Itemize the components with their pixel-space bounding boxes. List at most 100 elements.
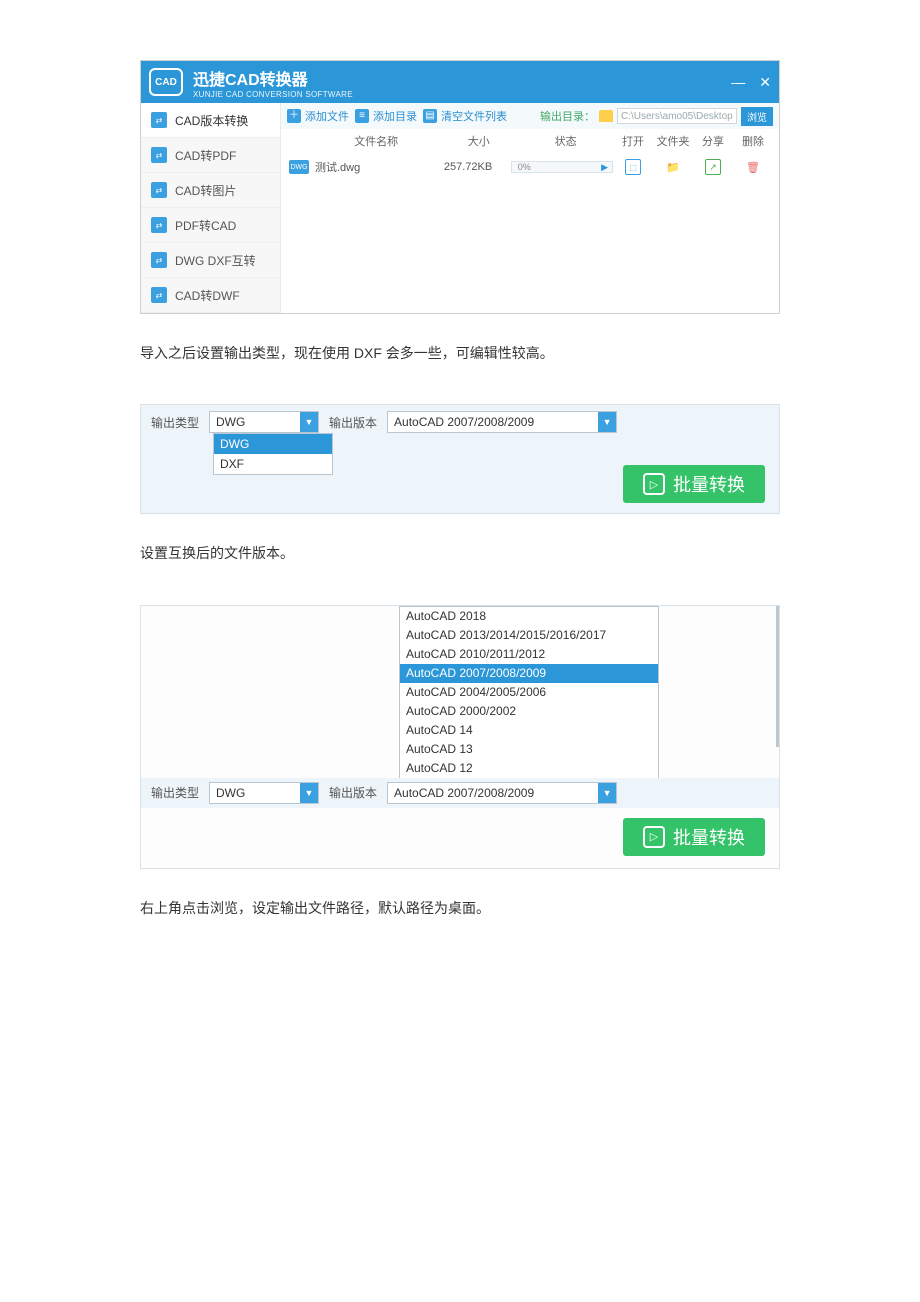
output-dir-input[interactable] [617, 108, 737, 124]
dropdown-option[interactable]: AutoCAD 2004/2005/2006 [400, 683, 658, 702]
file-name: 测试.dwg [315, 159, 360, 175]
add-file-button[interactable]: ＋ 添加文件 [287, 108, 349, 124]
col-size: 大小 [439, 133, 518, 149]
sidebar-item-pdf-cad[interactable]: ⇄ PDF转CAD [141, 208, 280, 243]
dropdown-option[interactable]: DXF [214, 454, 332, 474]
sidebar: ⇄ CAD版本转换 ⇄ CAD转PDF ⇄ CAD转图片 ⇄ PDF转CAD ⇄… [141, 103, 281, 313]
dropdown-option[interactable]: AutoCAD 14 [400, 721, 658, 740]
sidebar-item-label: PDF转CAD [175, 217, 236, 234]
sidebar-item-label: CAD转图片 [175, 182, 236, 199]
output-type-label: 输出类型 [151, 784, 199, 801]
output-type-select[interactable]: DWG ▼ [209, 411, 319, 433]
delete-icon[interactable]: 🗑 [745, 159, 761, 175]
toolbar-label: 添加文件 [305, 108, 349, 124]
sidebar-item-label: CAD转DWF [175, 287, 240, 304]
scrollbar[interactable] [776, 606, 779, 747]
chevron-down-icon: ▼ [300, 412, 318, 432]
sidebar-item-label: CAD版本转换 [175, 112, 248, 129]
list-icon: ≡ [355, 109, 369, 123]
play-icon: ▷ [643, 473, 665, 495]
app-title: 迅捷CAD转换器 [193, 66, 353, 90]
paragraph-2: 设置互换后的文件版本。 [140, 542, 780, 564]
toolbar-label: 清空文件列表 [441, 108, 507, 124]
dwg-icon: DWG [289, 160, 309, 174]
app-subtitle: XUNJIE CAD CONVERSION SOFTWARE [193, 90, 353, 99]
output-version-select[interactable]: AutoCAD 2007/2008/2009 ▼ [387, 411, 617, 433]
dropdown-option[interactable]: AutoCAD 2013/2014/2015/2016/2017 [400, 626, 658, 645]
convert-icon: ⇄ [151, 112, 167, 128]
chevron-down-icon: ▼ [598, 412, 616, 432]
sidebar-item-label: CAD转PDF [175, 147, 236, 164]
browse-button[interactable]: 浏览 [741, 107, 773, 126]
add-dir-button[interactable]: ≡ 添加目录 [355, 108, 417, 124]
sidebar-item-dwg-dxf[interactable]: ⇄ DWG DXF互转 [141, 243, 280, 278]
table-header: 文件名称 大小 状态 打开 文件夹 分享 删除 [281, 129, 779, 153]
convert-icon: ⇄ [151, 147, 167, 163]
convert-icon: ⇄ [151, 182, 167, 198]
col-name: 文件名称 [287, 133, 439, 149]
batch-convert-button[interactable]: ▷ 批量转换 [623, 818, 765, 856]
sidebar-item-label: DWG DXF互转 [175, 252, 256, 269]
clear-icon: ▤ [423, 109, 437, 123]
sidebar-item-cad-image[interactable]: ⇄ CAD转图片 [141, 173, 280, 208]
share-icon[interactable]: ↗ [705, 159, 721, 175]
progress-text: 0% [518, 162, 531, 172]
folder-icon [599, 110, 613, 122]
select-value: DWG [216, 415, 245, 429]
convert-icon: ⇄ [151, 287, 167, 303]
dropdown-option[interactable]: AutoCAD 2010/2011/2012 [400, 645, 658, 664]
dropdown-option[interactable]: AutoCAD 2018 [400, 607, 658, 626]
output-type-dropdown: DWG DXF [213, 433, 333, 475]
sidebar-item-cad-dwf[interactable]: ⇄ CAD转DWF [141, 278, 280, 313]
button-label: 批量转换 [673, 471, 745, 497]
button-label: 批量转换 [673, 824, 745, 850]
output-dir-label: 输出目录： [540, 108, 595, 124]
output-version-select[interactable]: AutoCAD 2007/2008/2009 ▼ [387, 782, 617, 804]
col-status: 状态 [518, 133, 613, 149]
output-type-label: 输出类型 [151, 414, 199, 431]
minimize-button[interactable]: — [731, 74, 745, 91]
app-logo-icon: CAD [149, 68, 183, 96]
col-folder: 文件夹 [653, 133, 693, 149]
clear-list-button[interactable]: ▤ 清空文件列表 [423, 108, 507, 124]
main-area: ＋ 添加文件 ≡ 添加目录 ▤ 清空文件列表 输出目录： 浏览 [281, 103, 779, 313]
dropdown-option[interactable]: AutoCAD 2007/2008/2009 [400, 664, 658, 683]
dropdown-option[interactable]: AutoCAD 13 [400, 740, 658, 759]
file-list: DWG 测试.dwg 257.72KB 0% ▶ ⬚ 📁 ↗ 🗑 [281, 153, 779, 303]
output-version-dropdown: AutoCAD 2018AutoCAD 2013/2014/2015/2016/… [399, 606, 659, 778]
select-value: AutoCAD 2007/2008/2009 [394, 786, 534, 800]
dropdown-option[interactable]: DWG [214, 434, 332, 454]
plus-icon: ＋ [287, 109, 301, 123]
paragraph-3: 右上角点击浏览，设定输出文件路径，默认路径为桌面。 [140, 897, 780, 919]
open-folder-icon[interactable]: 📁 [665, 159, 681, 175]
select-value: AutoCAD 2007/2008/2009 [394, 415, 534, 429]
logo-text: CAD [155, 77, 177, 88]
title-bar: CAD 迅捷CAD转换器 XUNJIE CAD CONVERSION SOFTW… [141, 61, 779, 103]
app-window: CAD 迅捷CAD转换器 XUNJIE CAD CONVERSION SOFTW… [140, 60, 780, 314]
col-share: 分享 [693, 133, 733, 149]
chevron-down-icon: ▼ [300, 783, 318, 803]
play-icon[interactable]: ▶ [601, 162, 608, 173]
progress-bar: 0% ▶ [511, 161, 613, 173]
table-row[interactable]: DWG 测试.dwg 257.72KB 0% ▶ ⬚ 📁 ↗ 🗑 [281, 153, 779, 181]
output-version-label: 输出版本 [329, 414, 377, 431]
convert-icon: ⇄ [151, 217, 167, 233]
file-size: 257.72KB [425, 161, 510, 173]
toolbar-label: 添加目录 [373, 108, 417, 124]
open-file-icon[interactable]: ⬚ [625, 159, 641, 175]
chevron-down-icon: ▼ [598, 783, 616, 803]
dropdown-option[interactable]: AutoCAD 12 [400, 759, 658, 778]
sidebar-item-cad-version[interactable]: ⇄ CAD版本转换 [141, 103, 280, 138]
col-open: 打开 [613, 133, 653, 149]
sidebar-item-cad-pdf[interactable]: ⇄ CAD转PDF [141, 138, 280, 173]
play-icon: ▷ [643, 826, 665, 848]
output-version-label: 输出版本 [329, 784, 377, 801]
dropdown-option[interactable]: AutoCAD 2000/2002 [400, 702, 658, 721]
convert-icon: ⇄ [151, 252, 167, 268]
settings-panel-version: AutoCAD 2018AutoCAD 2013/2014/2015/2016/… [140, 605, 780, 869]
close-button[interactable]: ✕ [759, 74, 771, 91]
batch-convert-button[interactable]: ▷ 批量转换 [623, 465, 765, 503]
col-delete: 删除 [733, 133, 773, 149]
output-type-select[interactable]: DWG ▼ [209, 782, 319, 804]
paragraph-1: 导入之后设置输出类型，现在使用 DXF 会多一些，可编辑性较高。 [140, 342, 780, 364]
